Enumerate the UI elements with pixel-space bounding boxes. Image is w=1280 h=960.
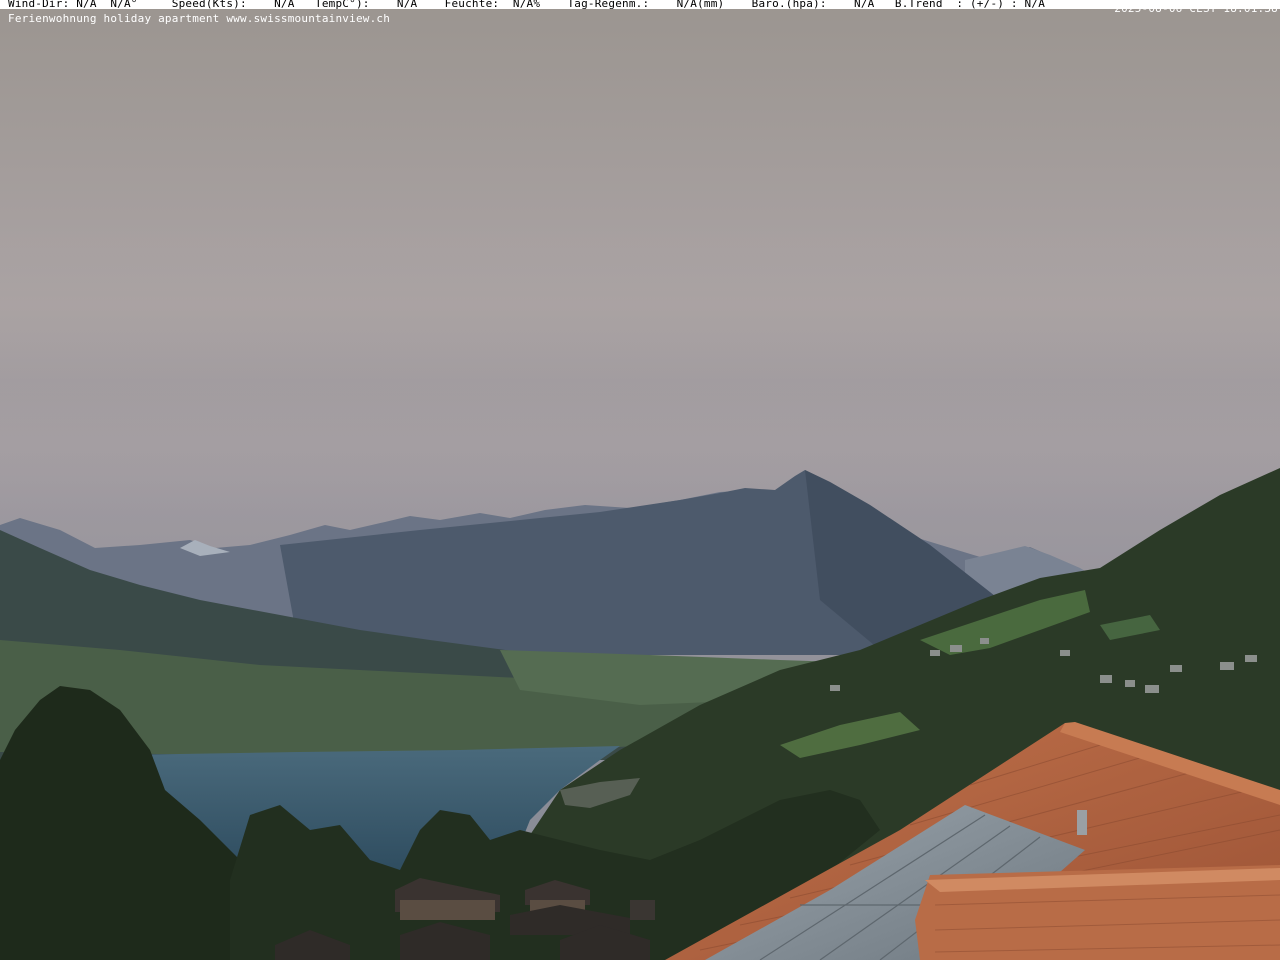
webcam-caption: Ferienwohnung holiday apartment www.swis… (8, 12, 391, 25)
timestamp: 2025-08-06 CEST 18:01:38 (1114, 2, 1278, 15)
haze-band-low (0, 380, 1280, 510)
roof-vent (1077, 810, 1087, 835)
haze-band (0, 230, 1280, 380)
weather-data-text: Wind-Dir: N/A N/A° Speed(Kts): N/A TempC… (8, 0, 1046, 10)
webcam-frame: Wind-Dir: N/A N/A° Speed(Kts): N/A TempC… (0, 0, 1280, 960)
mountain-lake-scene (0, 0, 1280, 960)
